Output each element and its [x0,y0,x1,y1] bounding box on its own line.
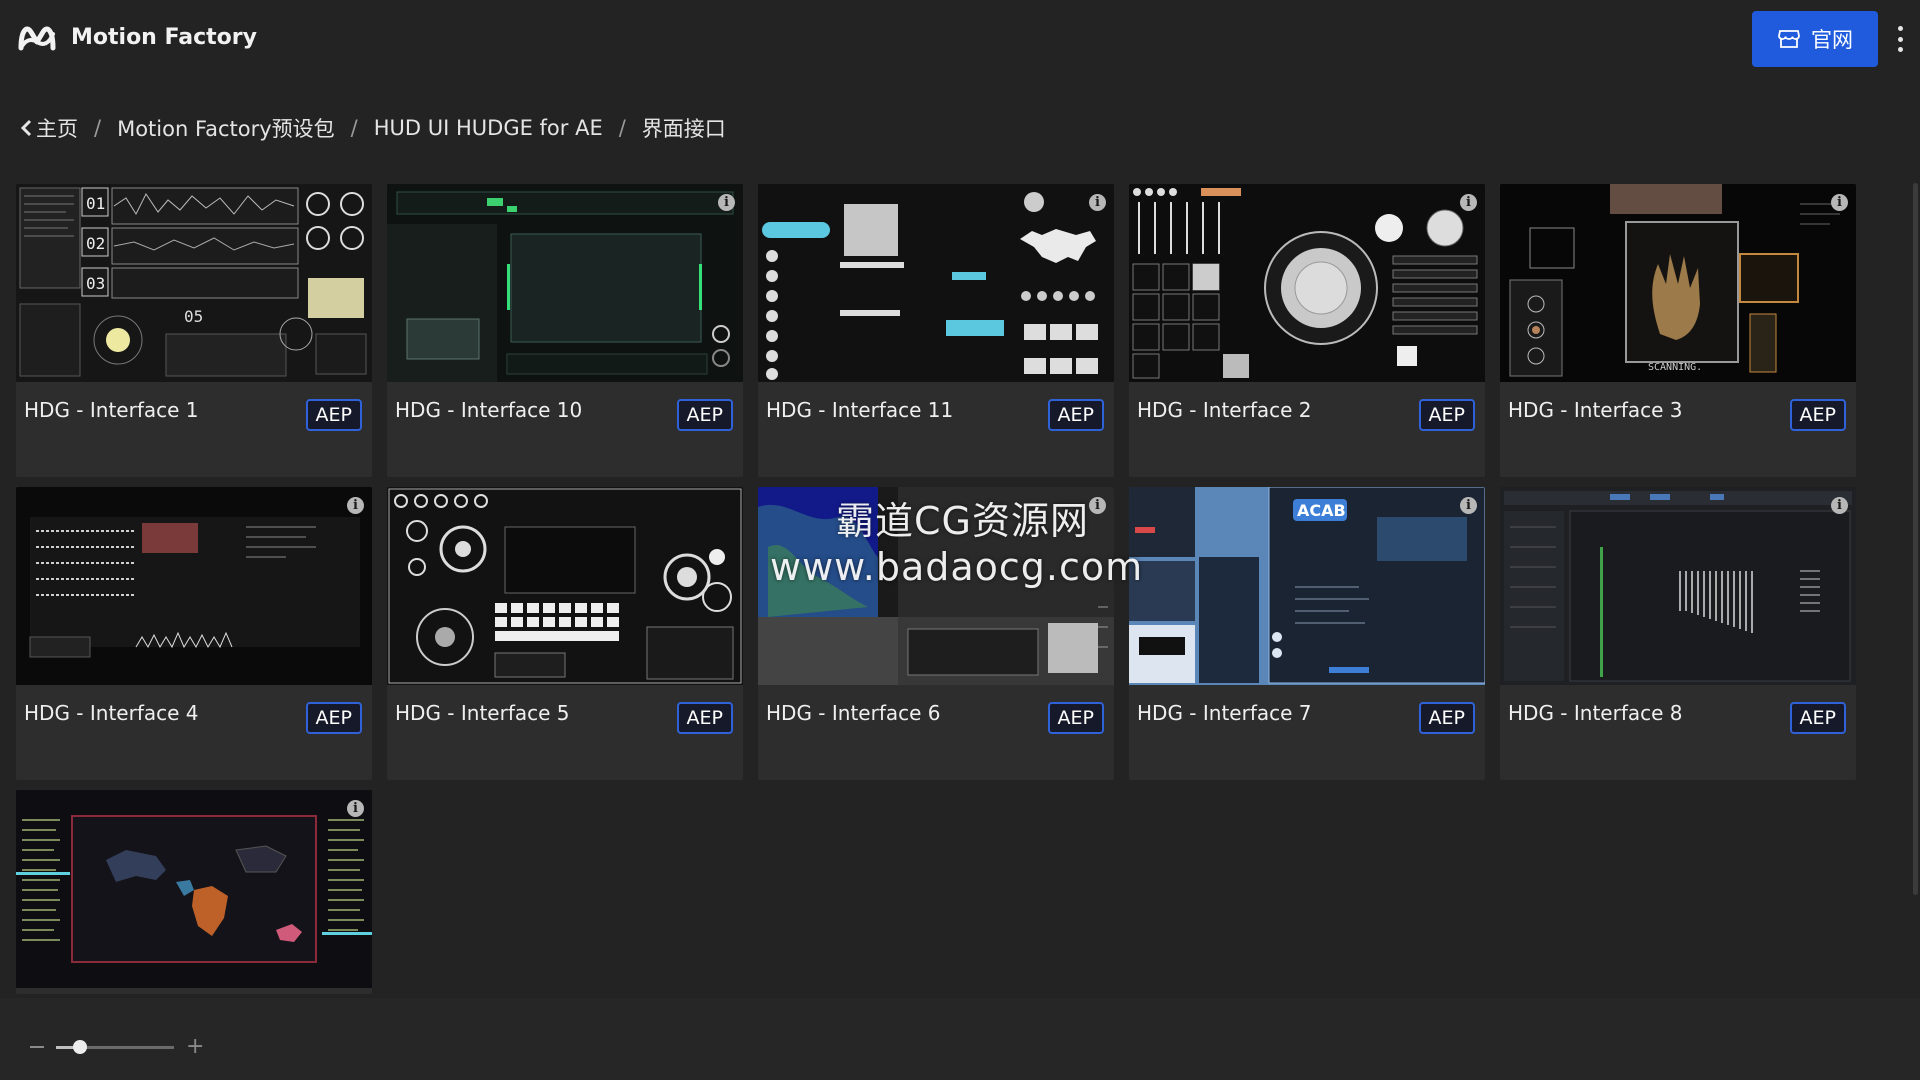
aep-badge: AEP [1789,702,1846,734]
store-icon [1778,30,1800,48]
info-icon[interactable]: i [718,194,735,211]
thumb-label-05: 05 [184,307,203,326]
breadcrumb-preset-pack[interactable]: Motion Factory预设包 [117,113,335,143]
aep-badge: AEP [1418,399,1475,431]
info-icon[interactable]: i [1831,194,1848,211]
info-icon[interactable]: i [1460,497,1477,514]
aep-badge: AEP [305,399,362,431]
brand-name: Motion Factory [71,24,257,50]
asset-thumbnail: i [758,487,1114,685]
brand[interactable]: Motion Factory [17,20,257,54]
asset-card[interactable]: ACAB i HDG - Interface 7 AEP [1129,487,1485,780]
asset-card[interactable]: HDG - Interface 5 AEP [387,487,743,780]
breadcrumb-separator: / [618,116,626,140]
asset-card[interactable]: i HDG - Interface 10 AEP [387,184,743,477]
asset-thumbnail: i [387,184,743,382]
asset-title: HDG - Interface 4 [24,701,199,725]
thumb-label-01: 01 [86,194,105,213]
asset-thumbnail: SCANNING. i [1500,184,1856,382]
asset-title: HDG - Interface 5 [395,701,570,725]
asset-title: HDG - Interface 7 [1137,701,1312,725]
asset-title: HDG - Interface 10 [395,398,583,422]
breadcrumb-home[interactable]: 主页 [20,113,78,143]
zoom-control: + [30,1036,204,1058]
aep-badge: AEP [1047,399,1104,431]
asset-thumbnail: i [16,790,372,988]
asset-title: HDG - Interface 11 [766,398,954,422]
asset-title: HDG - Interface 6 [766,701,941,725]
aep-badge: AEP [676,399,733,431]
aep-badge: AEP [305,702,362,734]
info-icon[interactable]: i [347,800,364,817]
asset-card[interactable]: 01 02 03 05 HDG - Interface 1 AEP [16,184,372,477]
thumb-label-03: 03 [86,274,105,293]
zoom-slider[interactable] [56,1039,174,1054]
breadcrumb-current: 界面接口 [641,117,726,141]
thumb-scanning-label: SCANNING. [1648,362,1702,373]
asset-card[interactable]: i [16,790,372,994]
aep-badge: AEP [1789,399,1846,431]
asset-thumbnail: i [1129,184,1485,382]
asset-title: HDG - Interface 2 [1137,398,1312,422]
asset-title: HDG - Interface 3 [1508,398,1683,422]
more-options-icon[interactable] [1888,24,1912,54]
asset-thumbnail [387,487,743,685]
asset-thumbnail: i [1500,487,1856,685]
info-icon[interactable]: i [1460,194,1477,211]
asset-thumbnail: 01 02 03 05 [16,184,372,382]
asset-card[interactable]: i HDG - Interface 8 AEP [1500,487,1856,780]
aep-badge: AEP [676,702,733,734]
info-icon[interactable]: i [347,497,364,514]
thumb-label-02: 02 [86,234,105,253]
asset-card[interactable]: i HDG - Interface 6 AEP [758,487,1114,780]
info-icon[interactable]: i [1089,497,1106,514]
breadcrumb-separator: / [94,116,102,140]
zoom-out-icon[interactable] [30,1046,44,1048]
info-icon[interactable]: i [1831,497,1848,514]
official-site-button[interactable]: 官网 [1752,11,1878,67]
breadcrumb-separator: / [350,116,358,140]
aep-badge: AEP [1047,702,1104,734]
breadcrumb: 主页 / Motion Factory预设包 / HUD UI HUDGE fo… [20,113,726,143]
asset-card[interactable]: i HDG - Interface 11 AEP [758,184,1114,477]
asset-card[interactable]: SCANNING. i HDG - Interface 3 AEP [1500,184,1856,477]
chevron-left-icon [20,119,32,137]
breadcrumb-hud-ui[interactable]: HUD UI HUDGE for AE [374,116,603,140]
asset-title: HDG - Interface 1 [24,398,199,422]
info-icon[interactable]: i [1089,194,1106,211]
asset-card[interactable]: i HDG - Interface 2 AEP [1129,184,1485,477]
vertical-scrollbar[interactable] [1913,183,1918,895]
motion-factory-logo-icon [18,26,56,51]
asset-thumbnail: ACAB i [1129,487,1485,685]
asset-thumbnail: i [758,184,1114,382]
aep-badge: AEP [1418,702,1475,734]
asset-grid: 01 02 03 05 HDG - Interface 1 AEP i HDG … [16,184,1886,994]
official-site-label: 官网 [1811,28,1853,52]
thumb-acab-label: ACAB [1297,501,1346,520]
bottom-bar [0,998,1920,1080]
asset-thumbnail: i [16,487,372,685]
asset-card[interactable]: i HDG - Interface 4 AEP [16,487,372,780]
zoom-slider-handle[interactable] [72,1039,87,1054]
top-bar: Motion Factory 官网 [0,0,1920,78]
asset-title: HDG - Interface 8 [1508,701,1683,725]
zoom-in-icon[interactable]: + [186,1036,204,1058]
